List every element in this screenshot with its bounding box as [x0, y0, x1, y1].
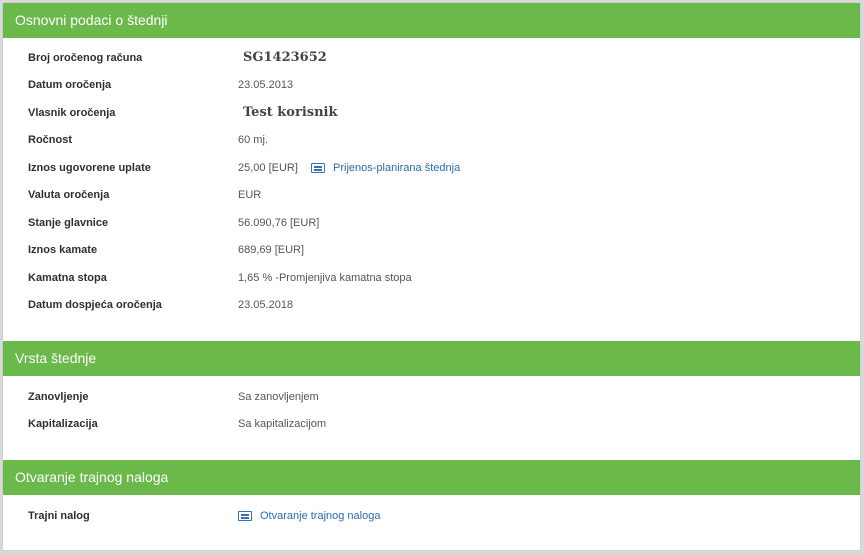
row-label: Kapitalizacija	[28, 418, 98, 430]
account-number-value: SG1423652	[243, 50, 327, 65]
capitalization-value: Sa kapitalizacijom	[238, 418, 327, 430]
principal-balance-value: 56.090,76 [EUR]	[238, 217, 320, 229]
interest-rate-value: 1,65 % -Promjenjiva kamatna stopa	[238, 272, 412, 284]
row-label: Kamatna stopa	[28, 272, 107, 284]
row-capitalization: Kapitalizacija Sa kapitalizacijom	[3, 414, 860, 434]
row-label: Trajni nalog	[28, 510, 90, 522]
list-icon	[311, 163, 325, 173]
planned-savings-transfer-link[interactable]: Prijenos-planirana štednja	[311, 158, 460, 178]
agreed-payment-value: 25,00 [EUR]	[238, 162, 298, 174]
savings-details-panel: Osnovni podaci o štednji Broj oročenog r…	[2, 2, 861, 551]
row-currency: Valuta oročenja EUR	[3, 185, 860, 205]
row-renewal: Zanovljenje Sa zanovljenjem	[3, 387, 860, 407]
row-label: Broj oročenog računa	[28, 52, 143, 64]
row-agreed-payment: Iznos ugovorene uplate 25,00 [EUR] Prije…	[3, 158, 860, 178]
row-label: Iznos kamate	[28, 244, 98, 256]
deposit-date-value: 23.05.2013	[238, 79, 294, 91]
row-interest-rate: Kamatna stopa 1,65 % -Promjenjiva kamatn…	[3, 268, 860, 288]
owner-value: Test korisnik	[243, 105, 338, 120]
row-label: Vlasnik oročenja	[28, 107, 116, 119]
link-text: Prijenos-planirana štednja	[333, 162, 461, 174]
row-label: Datum oročenja	[28, 79, 112, 91]
link-text: Otvaranje trajnog naloga	[260, 510, 381, 522]
row-principal-balance: Stanje glavnice 56.090,76 [EUR]	[3, 213, 860, 233]
list-icon	[238, 511, 252, 521]
row-label: Zanovljenje	[28, 391, 89, 403]
open-standing-order-link[interactable]: Otvaranje trajnog naloga	[238, 506, 380, 526]
section-header-savings-type: Vrsta štednje	[3, 341, 860, 376]
row-account-number: Broj oročenog računa SG1423652	[3, 48, 860, 68]
row-term: Ročnost 60 mj.	[3, 130, 860, 150]
maturity-date-value: 23.05.2018	[238, 299, 294, 311]
row-owner: Vlasnik oročenja Test korisnik	[3, 103, 860, 123]
row-standing-order: Trajni nalog Otvaranje trajnog naloga	[3, 506, 860, 526]
row-deposit-date: Datum oročenja 23.05.2013	[3, 75, 860, 95]
currency-value: EUR	[238, 189, 262, 201]
row-label: Ročnost	[28, 134, 72, 146]
term-value: 60 mj.	[238, 134, 268, 146]
row-label: Iznos ugovorene uplate	[28, 162, 151, 174]
row-label: Datum dospjeća oročenja	[28, 299, 162, 311]
row-interest-amount: Iznos kamate 689,69 [EUR]	[3, 240, 860, 260]
renewal-value: Sa zanovljenjem	[238, 391, 319, 403]
section-header-standing-order: Otvaranje trajnog naloga	[3, 460, 860, 495]
row-label: Valuta oročenja	[28, 189, 110, 201]
section-header-basic-info: Osnovni podaci o štednji	[3, 3, 860, 38]
row-maturity-date: Datum dospjeća oročenja 23.05.2018	[3, 295, 860, 315]
row-label: Stanje glavnice	[28, 217, 109, 229]
interest-amount-value: 689,69 [EUR]	[238, 244, 305, 256]
